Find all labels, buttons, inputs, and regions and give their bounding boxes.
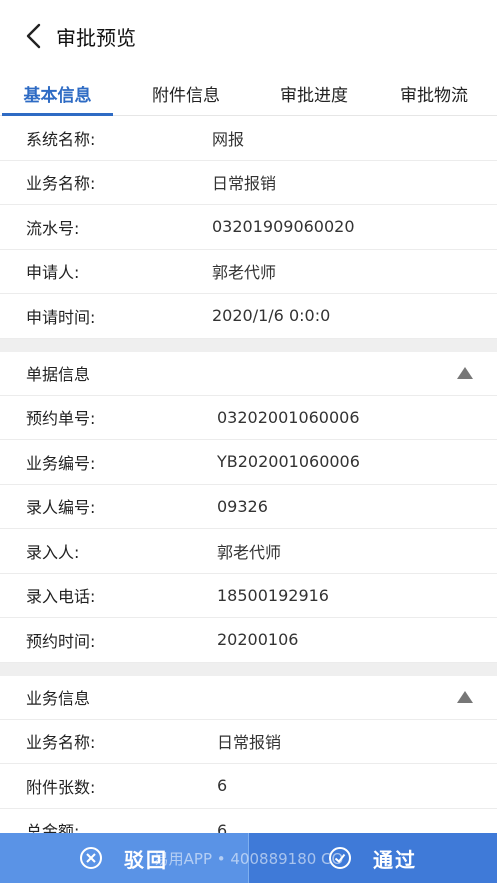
app-header: 审批预览 bbox=[0, 0, 497, 72]
business-info-section: 业务信息 业务名称: 日常报销 附件张数: 6 总金额: 6 bbox=[0, 676, 497, 853]
row-value: 日常报销 bbox=[212, 174, 277, 194]
check-circle-icon bbox=[329, 847, 351, 869]
action-bar: 驳回 通过 bbox=[0, 833, 497, 883]
bill-info-section: 单据信息 预约单号: 03202001060006 业务编号: YB20200106… bbox=[0, 352, 497, 663]
bill-row-booking-number: 预约单号: 03202001060006 bbox=[0, 396, 497, 440]
bill-info-header[interactable]: 单据信息 bbox=[0, 352, 497, 396]
row-value: 09326 bbox=[217, 496, 268, 516]
reject-label: 驳回 bbox=[124, 847, 168, 872]
collapse-triangle-icon[interactable] bbox=[457, 367, 473, 379]
pass-label: 通过 bbox=[373, 847, 417, 872]
pass-button[interactable]: 通过 bbox=[249, 833, 497, 883]
bill-row-booking-time: 预约时间: 20200106 bbox=[0, 618, 497, 663]
collapse-triangle-icon[interactable] bbox=[457, 691, 473, 703]
info-row-business-name: 业务名称: 日常报销 bbox=[0, 161, 497, 205]
row-label: 录入人: bbox=[26, 542, 80, 562]
row-value: 郭老代师 bbox=[217, 542, 282, 562]
row-label: 系统名称: bbox=[26, 129, 96, 149]
section-title: 业务信息 bbox=[26, 689, 91, 708]
row-value: YB202001060006 bbox=[217, 452, 360, 472]
row-value: 日常报销 bbox=[217, 733, 282, 753]
info-row-system-name: 系统名称: 网报 bbox=[0, 116, 497, 161]
tab-basic-info[interactable]: 基本信息 bbox=[0, 72, 115, 116]
row-label: 业务名称: bbox=[26, 174, 96, 194]
row-value: 18500192916 bbox=[217, 585, 329, 605]
row-value: 网报 bbox=[212, 129, 245, 149]
back-arrow-icon[interactable] bbox=[20, 23, 46, 49]
business-info-header[interactable]: 业务信息 bbox=[0, 676, 497, 720]
row-value: 6 bbox=[217, 776, 228, 796]
section-title: 单据信息 bbox=[26, 365, 91, 384]
row-value: 郭老代师 bbox=[212, 263, 277, 283]
tab-bar: 基本信息 附件信息 审批进度 审批物流 bbox=[0, 72, 497, 116]
tab-approval-logistics[interactable]: 审批物流 bbox=[371, 72, 497, 115]
row-label: 预约单号: bbox=[26, 409, 96, 429]
row-value: 03202001060006 bbox=[217, 407, 360, 427]
row-label: 业务名称: bbox=[26, 733, 96, 753]
business-row-attachment-count: 附件张数: 6 bbox=[0, 764, 497, 809]
row-label: 流水号: bbox=[26, 218, 80, 238]
bill-row-business-code: 业务编号: YB202001060006 bbox=[0, 440, 497, 485]
info-row-serial-number: 流水号: 03201909060020 bbox=[0, 205, 497, 250]
close-circle-icon bbox=[80, 847, 102, 869]
row-label: 附件张数: bbox=[26, 777, 96, 797]
bill-row-entry-code: 录人编号: 09326 bbox=[0, 485, 497, 529]
row-label: 业务编号: bbox=[26, 453, 96, 473]
section-divider bbox=[0, 662, 497, 676]
info-row-apply-time: 申请时间: 2020/1/6 0:0:0 bbox=[0, 294, 497, 339]
row-label: 录入电话: bbox=[26, 587, 96, 607]
row-value: 20200106 bbox=[217, 630, 299, 650]
row-value: 2020/1/6 0:0:0 bbox=[212, 306, 331, 326]
section-divider bbox=[0, 338, 497, 352]
bill-row-entry-phone: 录入电话: 18500192916 bbox=[0, 574, 497, 618]
row-label: 预约时间: bbox=[26, 631, 96, 651]
row-label: 申请人: bbox=[26, 263, 80, 283]
row-label: 录人编号: bbox=[26, 498, 96, 518]
reject-button[interactable]: 驳回 bbox=[0, 833, 249, 883]
basic-info-section: 系统名称: 网报 业务名称: 日常报销 流水号: 03201909060020 申请人… bbox=[0, 116, 497, 339]
info-row-applicant: 申请人: 郭老代师 bbox=[0, 250, 497, 294]
tab-attachment-info[interactable]: 附件信息 bbox=[115, 72, 257, 115]
tab-approval-progress[interactable]: 审批进度 bbox=[257, 72, 371, 115]
page-title: 审批预览 bbox=[56, 25, 136, 50]
row-value: 03201909060020 bbox=[212, 217, 355, 237]
business-row-name: 业务名称: 日常报销 bbox=[0, 720, 497, 764]
bill-row-entry-person: 录入人: 郭老代师 bbox=[0, 529, 497, 574]
row-label: 申请时间: bbox=[26, 307, 96, 327]
